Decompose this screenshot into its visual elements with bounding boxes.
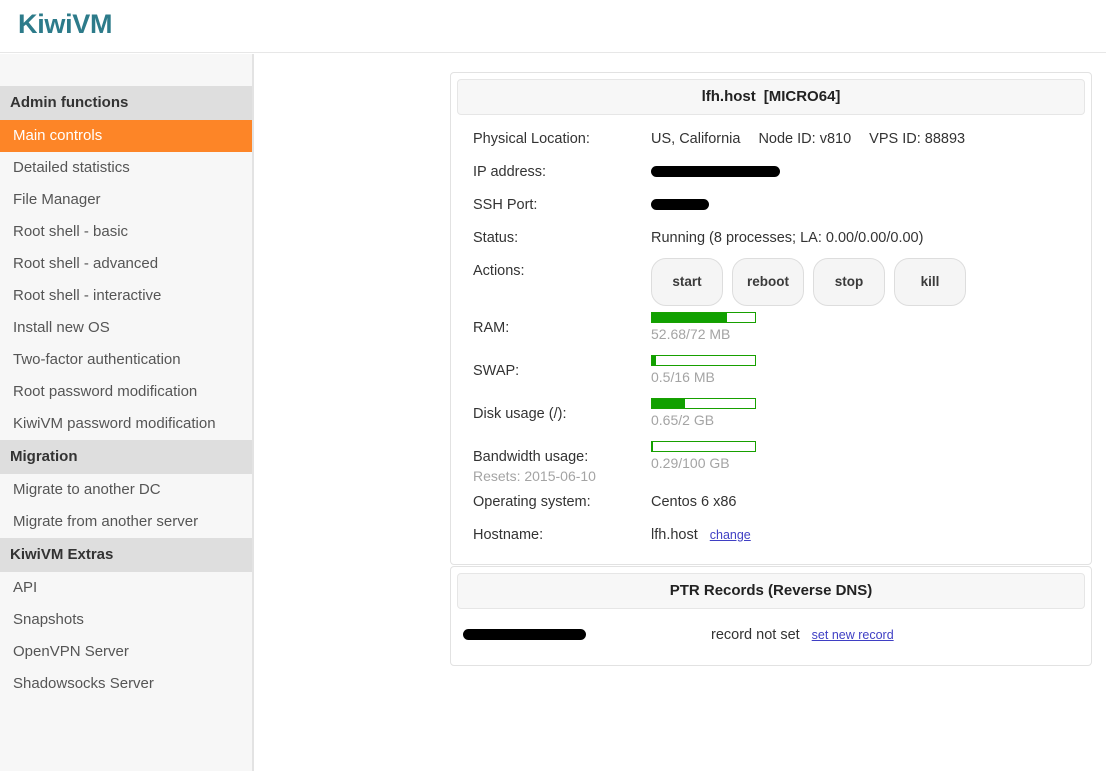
operating-system-label: Operating system: (473, 494, 591, 510)
hostname-value: lfh.host change (651, 519, 1091, 552)
redaction-bar-ptr-host (463, 629, 586, 640)
bandwidth-reset-text: Resets: 2015-06-10 (473, 468, 596, 484)
row-physical-location: Physical Location: US, California Node ID… (451, 123, 1091, 156)
disk-progress-bar (651, 398, 756, 409)
vps-panel-body: Physical Location: US, California Node ID… (451, 115, 1091, 564)
change-hostname-link[interactable]: change (710, 528, 751, 542)
sidebar-item-migrate-from-another-server[interactable]: Migrate from another server (0, 506, 252, 538)
sidebar-group-admin-functions: Admin functions (0, 86, 252, 120)
top-bar: KiwiVM (0, 0, 1106, 53)
row-ip-address: IP address: (451, 156, 1091, 189)
ssh-port-label: SSH Port: (473, 197, 538, 213)
actions-label: Actions: (473, 263, 525, 279)
bandwidth-meter-group: 0.29/100 GB (651, 435, 1091, 474)
vps-info-panel: lfh.host [MICRO64] Physical Location: US,… (450, 72, 1092, 565)
row-disk-usage: Disk usage (/): 0.65/2 GB (451, 392, 1091, 435)
ptr-state-text: record not set (711, 627, 800, 643)
app-logo[interactable]: KiwiVM (18, 9, 113, 40)
sidebar-group-kiwivm-extras: KiwiVM Extras (0, 538, 252, 572)
row-actions: Actions: start reboot stop kill (451, 255, 1091, 306)
row-swap: SWAP: 0.5/16 MB (451, 349, 1091, 392)
swap-meter-group: 0.5/16 MB (651, 349, 1091, 388)
actions-buttons: start reboot stop kill (651, 255, 1091, 306)
start-button[interactable]: start (651, 258, 723, 306)
bandwidth-progress-bar (651, 441, 756, 452)
ip-address-value (651, 156, 1091, 189)
row-hostname: Hostname: lfh.host change (451, 519, 1091, 552)
status-label: Status: (473, 230, 519, 246)
location-text: US, California (651, 131, 741, 147)
disk-progress-fill (652, 399, 685, 408)
ram-progress-bar (651, 312, 756, 323)
sidebar-item-openvpn-server[interactable]: OpenVPN Server (0, 636, 252, 668)
row-status: Status: Running (8 processes; LA: 0.00/0… (451, 222, 1091, 255)
sidebar-item-main-controls[interactable]: Main controls (0, 120, 252, 152)
ram-progress-fill (652, 313, 728, 322)
sidebar-item-detailed-statistics[interactable]: Detailed statistics (0, 152, 252, 184)
sidebar-item-api[interactable]: API (0, 572, 252, 604)
sidebar-item-install-new-os[interactable]: Install new OS (0, 312, 252, 344)
sidebar-item-file-manager[interactable]: File Manager (0, 184, 252, 216)
status-value: Running (8 processes; LA: 0.00/0.00/0.00… (651, 230, 924, 246)
kill-button[interactable]: kill (894, 258, 966, 306)
vps-id-text: VPS ID: 88893 (869, 131, 966, 147)
vps-panel-title: lfh.host [MICRO64] (457, 79, 1085, 115)
physical-location-label: Physical Location: (473, 131, 590, 147)
disk-usage-label: Disk usage (/): (473, 406, 567, 422)
swap-progress-bar (651, 355, 756, 366)
bandwidth-label-text: Bandwidth usage: (473, 449, 589, 465)
node-id-text: Node ID: v810 (758, 131, 852, 147)
sidebar-top-spacer (0, 54, 252, 86)
bandwidth-usage-label: Bandwidth usage: Resets: 2015-06-10 (451, 435, 651, 486)
ssh-port-value (651, 189, 1091, 222)
swap-progress-fill (652, 356, 657, 365)
sidebar-item-snapshots[interactable]: Snapshots (0, 604, 252, 636)
disk-meter-group: 0.65/2 GB (651, 392, 1091, 431)
redaction-bar-ip (651, 166, 780, 177)
sidebar-item-root-shell-advanced[interactable]: Root shell - advanced (0, 248, 252, 280)
row-ssh-port: SSH Port: (451, 189, 1091, 222)
ptr-records-panel: PTR Records (Reverse DNS) record not set… (450, 566, 1092, 666)
physical-location-value: US, California Node ID: v810 VPS ID: 88893 (651, 123, 1091, 156)
swap-usage-text: 0.5/16 MB (651, 369, 715, 385)
sidebar-group-migration: Migration (0, 440, 252, 474)
sidebar-item-root-shell-basic[interactable]: Root shell - basic (0, 216, 252, 248)
ptr-panel-body: record not set set new record (451, 609, 1091, 665)
ip-address-label: IP address: (473, 164, 547, 180)
operating-system-value: Centos 6 x86 (651, 494, 737, 510)
disk-usage-text: 0.65/2 GB (651, 412, 715, 428)
vps-plan-tag: [MICRO64] (763, 88, 841, 105)
sidebar-item-shadowsocks-server[interactable]: Shadowsocks Server (0, 668, 252, 700)
stop-button[interactable]: stop (813, 258, 885, 306)
row-bandwidth-usage: Bandwidth usage: Resets: 2015-06-10 0.29… (451, 435, 1091, 486)
swap-label: SWAP: (473, 363, 520, 379)
sidebar-item-root-shell-interactive[interactable]: Root shell - interactive (0, 280, 252, 312)
set-new-record-link[interactable]: set new record (812, 628, 894, 642)
hostname-text: lfh.host (651, 527, 698, 543)
row-operating-system: Operating system: Centos 6 x86 (451, 486, 1091, 519)
ptr-record-state: record not set set new record (711, 627, 894, 643)
redaction-bar-ssh-port (651, 199, 709, 210)
row-ram: RAM: 52.68/72 MB (451, 306, 1091, 349)
ram-usage-text: 52.68/72 MB (651, 326, 731, 342)
vps-hostname-title: lfh.host (701, 88, 756, 105)
sidebar-item-kiwivm-password-modification[interactable]: KiwiVM password modification (0, 408, 252, 440)
sidebar-item-migrate-to-another-dc[interactable]: Migrate to another DC (0, 474, 252, 506)
ram-label: RAM: (473, 320, 510, 336)
ptr-host-cell (451, 626, 711, 644)
reboot-button[interactable]: reboot (732, 258, 804, 306)
sidebar-item-root-password-modification[interactable]: Root password modification (0, 376, 252, 408)
content-area: lfh.host [MICRO64] Physical Location: US,… (256, 54, 1106, 771)
hostname-label: Hostname: (473, 527, 544, 543)
sidebar-item-two-factor-authentication[interactable]: Two-factor authentication (0, 344, 252, 376)
ptr-record-row: record not set set new record (451, 615, 1091, 655)
ram-meter-group: 52.68/72 MB (651, 306, 1091, 345)
sidebar: Admin functions Main controls Detailed s… (0, 54, 254, 771)
bandwidth-usage-text: 0.29/100 GB (651, 455, 730, 471)
ptr-panel-title: PTR Records (Reverse DNS) (457, 573, 1085, 609)
